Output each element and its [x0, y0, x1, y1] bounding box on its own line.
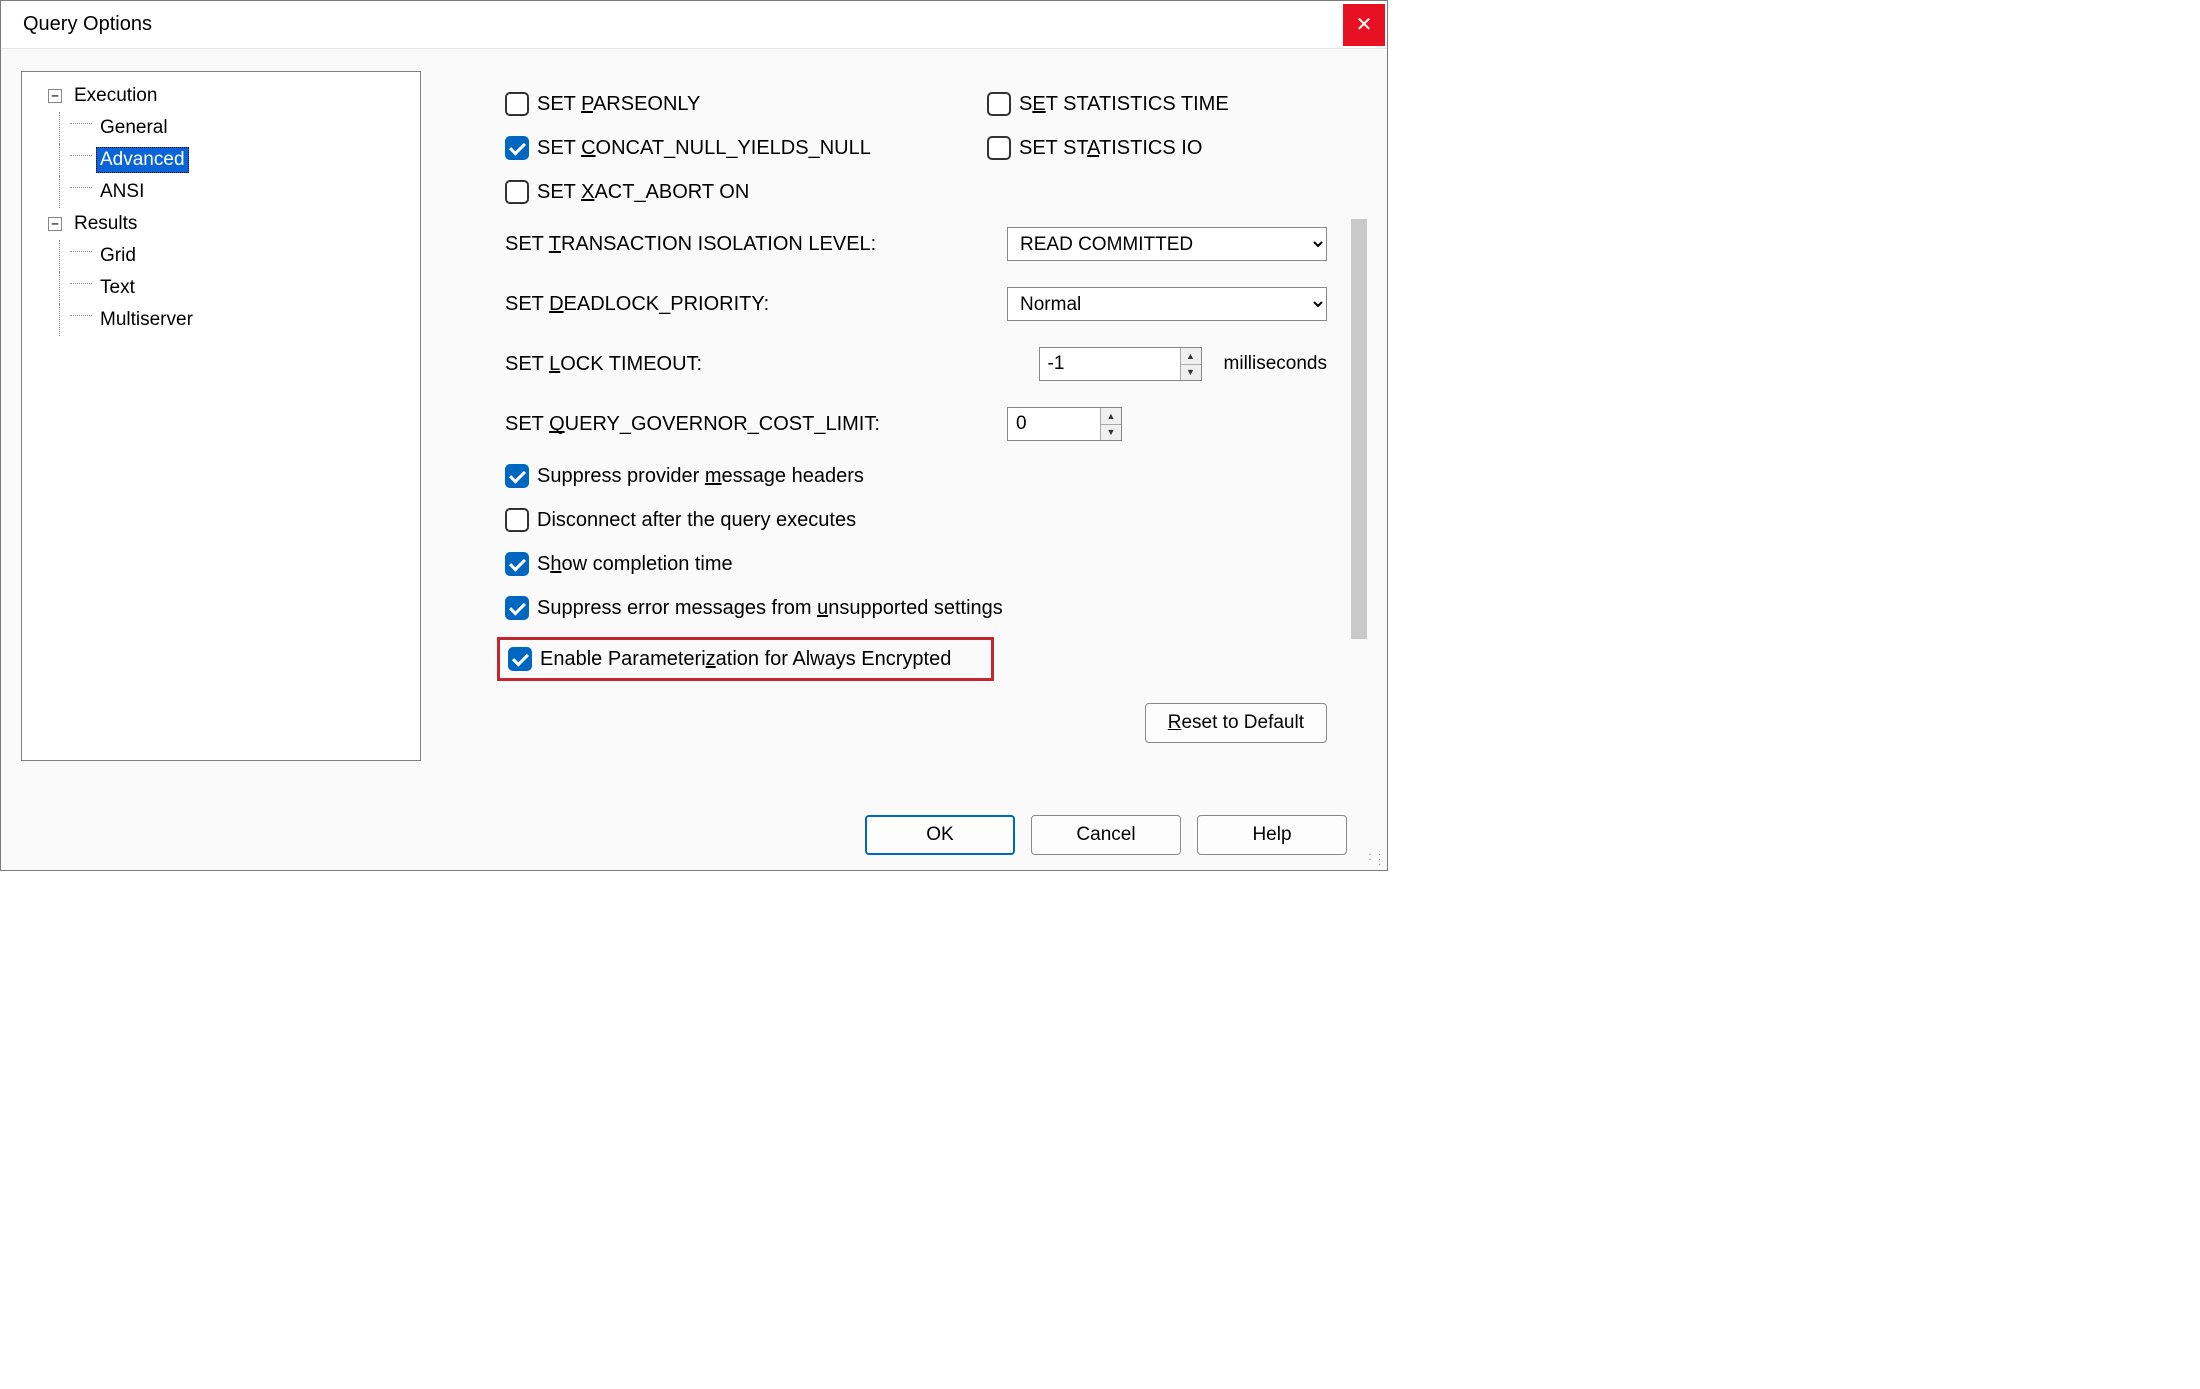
lock-timeout-spinner[interactable]: ▲ ▼ — [1039, 347, 1202, 381]
ok-button[interactable]: OK — [865, 815, 1015, 855]
spinner-down-icon[interactable]: ▼ — [1101, 425, 1121, 441]
tree-node-grid[interactable]: Grid — [26, 240, 416, 272]
cutoff-row: SET NOEXEC SET SHOWPLAN_TEXT — [505, 71, 1327, 75]
query-gov-input[interactable] — [1008, 408, 1100, 440]
dialog-buttons: OK Cancel Help — [1, 800, 1387, 870]
reset-to-default-button[interactable]: Reset to Default — [1145, 703, 1327, 743]
stats-time-checkbox[interactable] — [987, 92, 1011, 116]
concat-nyn-checkbox[interactable] — [505, 136, 529, 160]
titlebar: Query Options ✕ — [1, 1, 1387, 49]
collapse-icon[interactable]: − — [48, 89, 62, 103]
lock-timeout-label: SET LOCK TIMEOUT: — [505, 353, 1025, 376]
help-button[interactable]: Help — [1197, 815, 1347, 855]
tree-node-text[interactable]: Text — [26, 272, 416, 304]
tree-node-general[interactable]: General — [26, 112, 416, 144]
enable-param-label: Enable Parameterization for Always Encry… — [540, 648, 951, 671]
cancel-button[interactable]: Cancel — [1031, 815, 1181, 855]
spinner-up-icon[interactable]: ▲ — [1101, 408, 1121, 425]
resize-grip-icon[interactable]: . .. . . — [1367, 850, 1383, 866]
window-title: Query Options — [1, 13, 152, 36]
query-gov-spinner[interactable]: ▲ ▼ — [1007, 407, 1122, 441]
disconnect-after-label: Disconnect after the query executes — [537, 509, 856, 532]
close-icon: ✕ — [1356, 12, 1373, 37]
show-completion-label: Show completion time — [537, 553, 733, 576]
collapse-icon[interactable]: − — [48, 217, 62, 231]
suppress-errors-label: Suppress error messages from unsupported… — [537, 597, 1003, 620]
iso-level-select[interactable]: READ COMMITTED — [1007, 227, 1327, 261]
query-gov-label: SET QUERY_GOVERNOR_COST_LIMIT: — [505, 413, 993, 436]
deadlock-label: SET DEADLOCK_PRIORITY: — [505, 293, 993, 316]
options-content: SET NOEXEC SET SHOWPLAN_TEXT SE — [445, 71, 1367, 761]
stats-io-checkbox[interactable] — [987, 136, 1011, 160]
stats-io-label: SET STATISTICS IO — [1019, 137, 1202, 160]
tree-node-advanced[interactable]: Advanced — [26, 144, 416, 176]
spinner-up-icon[interactable]: ▲ — [1181, 348, 1201, 365]
suppress-headers-label: Suppress provider message headers — [537, 465, 864, 488]
xact-abort-label: SET XACT_ABORT ON — [537, 181, 749, 204]
suppress-errors-checkbox[interactable] — [505, 596, 529, 620]
highlighted-option: Enable Parameterization for Always Encry… — [497, 637, 994, 681]
scrollbar[interactable] — [1351, 219, 1367, 639]
stats-time-label: SET STATISTICS TIME — [1019, 93, 1229, 116]
tree-node-multiserver[interactable]: Multiserver — [26, 304, 416, 336]
disconnect-after-checkbox[interactable] — [505, 508, 529, 532]
parseonly-checkbox[interactable] — [505, 92, 529, 116]
lock-timeout-unit: milliseconds — [1224, 353, 1327, 375]
tree-node-execution[interactable]: − Execution — [26, 80, 416, 112]
enable-param-checkbox[interactable] — [508, 647, 532, 671]
show-completion-checkbox[interactable] — [505, 552, 529, 576]
navigation-tree: − Execution General — [21, 71, 421, 761]
tree-node-ansi[interactable]: ANSI — [26, 176, 416, 208]
tree-node-results[interactable]: − Results — [26, 208, 416, 240]
spinner-down-icon[interactable]: ▼ — [1181, 365, 1201, 381]
query-options-dialog: Query Options ✕ − Execution — [0, 0, 1388, 871]
iso-level-label: SET TRANSACTION ISOLATION LEVEL: — [505, 233, 993, 256]
deadlock-select[interactable]: Normal — [1007, 287, 1327, 321]
parseonly-label: SET PARSEONLY — [537, 93, 700, 116]
concat-nyn-label: SET CONCAT_NULL_YIELDS_NULL — [537, 137, 871, 160]
suppress-headers-checkbox[interactable] — [505, 464, 529, 488]
close-button[interactable]: ✕ — [1343, 4, 1385, 46]
xact-abort-checkbox[interactable] — [505, 180, 529, 204]
lock-timeout-input[interactable] — [1040, 348, 1180, 380]
